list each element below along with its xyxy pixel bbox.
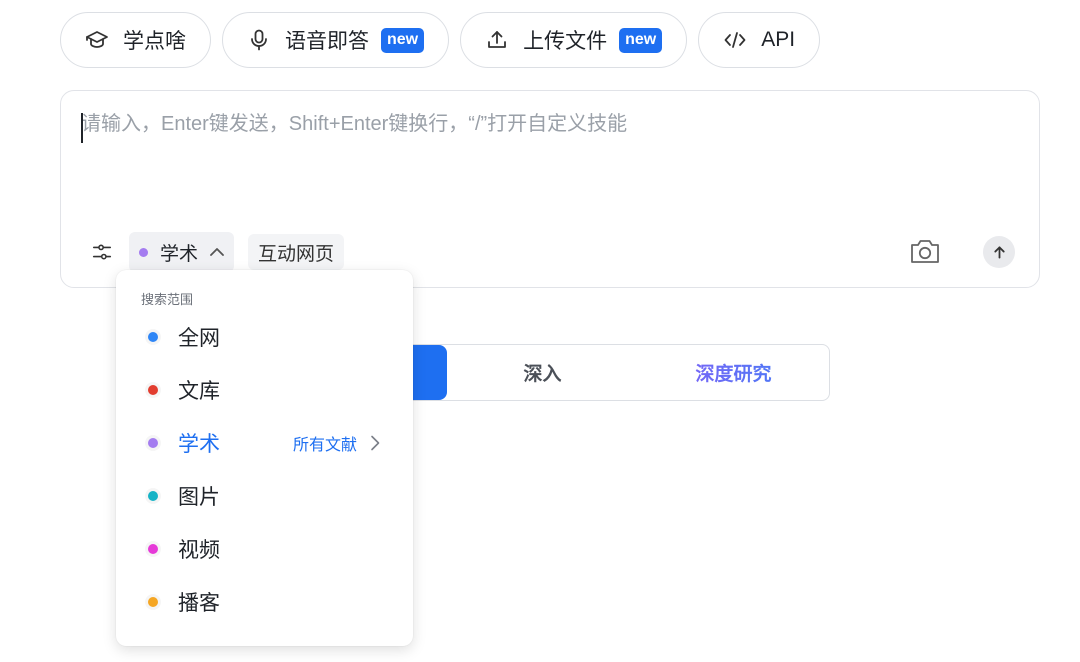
scope-dot bbox=[139, 247, 148, 257]
composer-toolbar: 学术 互动网页 bbox=[89, 232, 345, 272]
scope-dot bbox=[148, 544, 158, 554]
scope-dot bbox=[148, 332, 158, 342]
scope-option-label: 图片 bbox=[178, 486, 220, 509]
new-badge: new bbox=[381, 27, 425, 53]
scope-option-label: 文库 bbox=[178, 380, 220, 403]
text-caret bbox=[81, 113, 83, 143]
scope-option-videos[interactable]: 视频 bbox=[116, 525, 413, 573]
camera-icon[interactable] bbox=[909, 236, 941, 266]
arrow-up-icon bbox=[993, 245, 1005, 259]
voice-answer-chip-label: 语音即答 bbox=[285, 30, 369, 53]
scope-dot bbox=[148, 385, 158, 395]
search-scope-label: 学术 bbox=[160, 243, 199, 265]
graduation-cap-icon bbox=[83, 26, 111, 54]
chevron-up-icon bbox=[208, 243, 226, 261]
scope-option-label: 视频 bbox=[178, 539, 220, 562]
mode-option-deep[interactable]: 深入 bbox=[447, 345, 638, 400]
send-button[interactable] bbox=[983, 236, 1015, 268]
composer-box: 学术 互动网页 bbox=[60, 90, 1040, 288]
chevron-right-icon bbox=[371, 435, 380, 451]
api-chip-label: API bbox=[761, 28, 796, 51]
upload-file-chip[interactable]: 上传文件 new bbox=[460, 12, 688, 68]
scope-option-library[interactable]: 文库 bbox=[116, 366, 413, 414]
scope-dot bbox=[148, 438, 158, 448]
microphone-icon bbox=[245, 26, 273, 54]
search-scope-button[interactable]: 学术 bbox=[129, 232, 235, 272]
scope-option-images[interactable]: 图片 bbox=[116, 472, 413, 520]
upload-icon bbox=[483, 26, 511, 54]
dropdown-heading: 搜索范围 bbox=[141, 292, 194, 307]
scope-option-academic[interactable]: 学术 所有文献 bbox=[116, 419, 413, 467]
scope-option-web[interactable]: 全网 bbox=[116, 313, 413, 361]
search-scope-dropdown: 搜索范围 全网 文库 学术 所有文献 图片 视频 播客 bbox=[116, 270, 413, 646]
new-badge: new bbox=[619, 27, 663, 53]
message-input[interactable] bbox=[81, 113, 1001, 136]
interactive-webpage-button[interactable]: 互动网页 bbox=[248, 234, 345, 270]
all-literature-label: 所有文献 bbox=[292, 437, 357, 454]
scope-dot bbox=[148, 597, 158, 607]
code-icon bbox=[721, 26, 749, 54]
api-chip[interactable]: API bbox=[698, 12, 821, 68]
upload-file-chip-label: 上传文件 bbox=[523, 30, 608, 53]
all-literature-link[interactable]: 所有文献 bbox=[293, 431, 381, 455]
scope-option-label: 播客 bbox=[178, 592, 220, 615]
sliders-icon[interactable] bbox=[89, 239, 115, 265]
voice-answer-chip[interactable]: 语音即答 new bbox=[222, 12, 450, 68]
scope-option-podcasts[interactable]: 播客 bbox=[116, 578, 413, 626]
scope-option-label: 全网 bbox=[178, 327, 220, 350]
scope-dot bbox=[148, 491, 158, 501]
feature-chips: 学点啥 语音即答 new 上传文件 new API bbox=[60, 12, 821, 68]
mode-option-deep-research[interactable]: 深度研究 bbox=[638, 345, 829, 400]
learn-chip-label: 学点啥 bbox=[123, 30, 186, 53]
learn-chip[interactable]: 学点啥 bbox=[60, 12, 211, 68]
scope-option-label: 学术 bbox=[178, 433, 220, 456]
